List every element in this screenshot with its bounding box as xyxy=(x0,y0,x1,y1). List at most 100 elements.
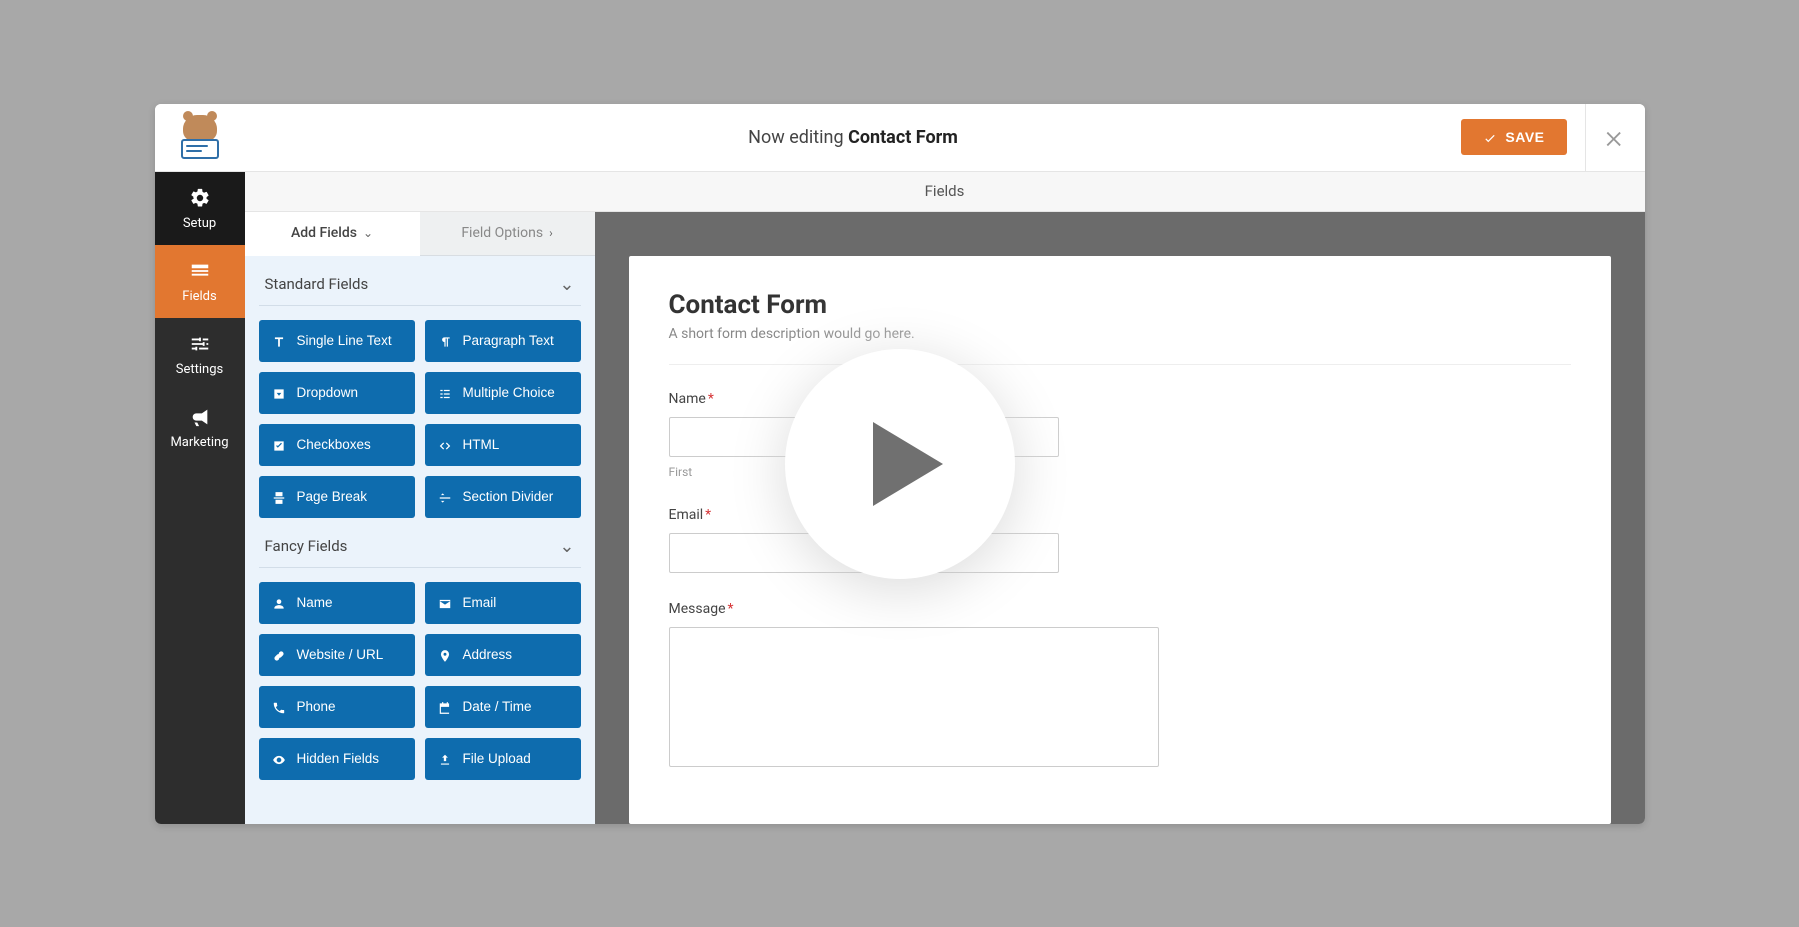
chevron-down-icon: ⌄ xyxy=(559,536,574,557)
form-preview: Contact Form A short form description wo… xyxy=(595,212,1645,824)
sidebar-item-fields[interactable]: Fields xyxy=(155,245,245,318)
standard-fields-grid: Single Line Text Paragraph Text Dropdown… xyxy=(259,306,581,518)
field-label: Page Break xyxy=(297,489,368,504)
label-text: Message xyxy=(669,601,726,617)
divider-icon xyxy=(437,488,453,504)
fields-panel: Add Fields ⌄ Field Options › Standard Fi… xyxy=(245,212,595,824)
pagebreak-icon xyxy=(271,488,287,504)
label-text: Email xyxy=(669,507,704,523)
section-title: Standard Fields xyxy=(265,275,369,293)
required-marker: * xyxy=(708,391,714,407)
required-marker: * xyxy=(705,507,711,523)
field-label: Date / Time xyxy=(463,699,532,714)
field-dropdown[interactable]: Dropdown xyxy=(259,372,415,414)
app-logo xyxy=(155,115,245,159)
phone-icon xyxy=(271,698,287,714)
email-icon xyxy=(437,594,453,610)
form-card: Contact Form A short form description wo… xyxy=(629,256,1611,824)
field-section-divider[interactable]: Section Divider xyxy=(425,476,581,518)
field-paragraph-text[interactable]: Paragraph Text xyxy=(425,320,581,362)
eye-icon xyxy=(271,750,287,766)
message-label: Message* xyxy=(669,601,1571,617)
form-icon xyxy=(189,258,211,283)
label-text: Name xyxy=(669,391,706,407)
sidebar-label: Setup xyxy=(183,216,216,231)
pin-icon xyxy=(437,646,453,662)
tab-label: Field Options xyxy=(461,225,543,241)
chevron-right-icon: › xyxy=(549,226,553,240)
topbar: Now editing Contact Form SAVE xyxy=(155,104,1645,172)
field-label: Website / URL xyxy=(297,647,384,662)
html-icon xyxy=(437,436,453,452)
app-window: Now editing Contact Form SAVE Setu xyxy=(155,104,1645,824)
field-address[interactable]: Address xyxy=(425,634,581,676)
multiple-choice-icon xyxy=(437,384,453,400)
page-title: Now editing Contact Form xyxy=(245,127,1462,148)
sidebar-item-setup[interactable]: Setup xyxy=(155,172,245,245)
calendar-icon xyxy=(437,698,453,714)
title-prefix: Now editing xyxy=(748,127,848,148)
field-hidden[interactable]: Hidden Fields xyxy=(259,738,415,780)
field-label: Address xyxy=(463,647,513,662)
field-datetime[interactable]: Date / Time xyxy=(425,686,581,728)
sidebar: Setup Fields Settings Marketing xyxy=(155,172,245,824)
field-label: Checkboxes xyxy=(297,437,371,452)
sliders-icon xyxy=(189,331,211,356)
form-name: Contact Form xyxy=(848,127,958,148)
field-label: Name xyxy=(297,595,333,610)
sidebar-item-marketing[interactable]: Marketing xyxy=(155,391,245,464)
form-description: A short form description would go here. xyxy=(669,326,1571,365)
user-icon xyxy=(271,594,287,610)
tab-add-fields[interactable]: Add Fields ⌄ xyxy=(245,212,420,256)
field-file-upload[interactable]: File Upload xyxy=(425,738,581,780)
section-standard-fields[interactable]: Standard Fields ⌄ xyxy=(259,256,581,306)
bullhorn-icon xyxy=(189,404,211,429)
field-label: HTML xyxy=(463,437,500,452)
field-label: Paragraph Text xyxy=(463,333,554,348)
field-label: Multiple Choice xyxy=(463,385,555,400)
field-label: Email xyxy=(463,595,497,610)
tab-field-options[interactable]: Field Options › xyxy=(420,212,595,256)
check-icon xyxy=(1483,129,1497,145)
field-label: File Upload xyxy=(463,751,531,766)
panel-tabs: Add Fields ⌄ Field Options › xyxy=(245,212,595,256)
close-icon xyxy=(1604,123,1626,151)
fields-header: Fields xyxy=(245,172,1645,212)
section-fancy-fields[interactable]: Fancy Fields ⌄ xyxy=(259,518,581,568)
sidebar-item-settings[interactable]: Settings xyxy=(155,318,245,391)
text-icon xyxy=(271,332,287,348)
upload-icon xyxy=(437,750,453,766)
field-html[interactable]: HTML xyxy=(425,424,581,466)
message-input[interactable] xyxy=(669,627,1159,767)
sidebar-label: Fields xyxy=(182,289,216,304)
play-button[interactable] xyxy=(785,349,1015,579)
checkbox-icon xyxy=(271,436,287,452)
sidebar-label: Marketing xyxy=(170,435,228,450)
field-phone[interactable]: Phone xyxy=(259,686,415,728)
field-email[interactable]: Email xyxy=(425,582,581,624)
field-multiple-choice[interactable]: Multiple Choice xyxy=(425,372,581,414)
gear-icon xyxy=(189,185,211,210)
save-label: SAVE xyxy=(1505,129,1544,145)
field-label: Hidden Fields xyxy=(297,751,380,766)
tab-label: Add Fields xyxy=(291,225,357,241)
field-label: Dropdown xyxy=(297,385,359,400)
sidebar-label: Settings xyxy=(176,362,223,377)
field-single-line-text[interactable]: Single Line Text xyxy=(259,320,415,362)
field-label: Phone xyxy=(297,699,336,714)
field-checkboxes[interactable]: Checkboxes xyxy=(259,424,415,466)
form-title: Contact Form xyxy=(669,290,1571,320)
field-label: Section Divider xyxy=(463,489,554,504)
form-field-message[interactable]: Message* xyxy=(669,601,1571,771)
field-website[interactable]: Website / URL xyxy=(259,634,415,676)
save-button[interactable]: SAVE xyxy=(1461,119,1566,155)
chevron-down-icon: ⌄ xyxy=(363,226,373,240)
required-marker: * xyxy=(728,601,734,617)
field-page-break[interactable]: Page Break xyxy=(259,476,415,518)
fancy-fields-grid: Name Email Website / URL Address Phone D… xyxy=(259,568,581,780)
field-label: Single Line Text xyxy=(297,333,392,348)
panel-body: Standard Fields ⌄ Single Line Text Parag… xyxy=(245,256,595,824)
play-icon xyxy=(873,422,943,506)
field-name[interactable]: Name xyxy=(259,582,415,624)
close-button[interactable] xyxy=(1585,104,1645,172)
